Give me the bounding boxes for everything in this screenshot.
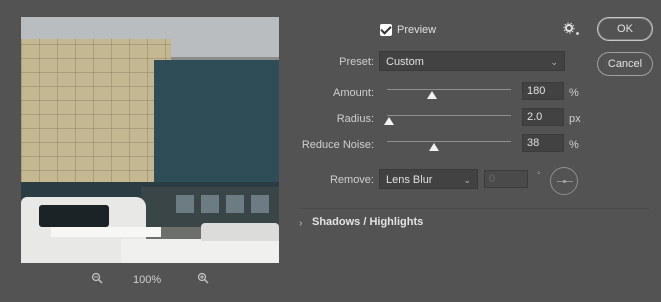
- remove-value: Lens Blur: [386, 174, 433, 186]
- remove-label: Remove:: [329, 174, 374, 186]
- preset-dropdown[interactable]: Custom ⌄: [379, 51, 565, 71]
- radius-slider-thumb[interactable]: [384, 117, 395, 125]
- preset-value: Custom: [386, 56, 424, 68]
- amount-input[interactable]: 180: [522, 82, 564, 100]
- zoom-percent: 100%: [133, 274, 162, 286]
- angle-input[interactable]: 0: [484, 170, 528, 188]
- reduce-noise-slider-thumb[interactable]: [429, 143, 440, 151]
- image-sign-panel: [154, 60, 279, 182]
- gear-menu-indicator: [576, 32, 579, 35]
- image-window: [226, 195, 244, 213]
- gear-icon[interactable]: [563, 22, 575, 37]
- image-truck: [121, 223, 279, 263]
- amount-slider-track[interactable]: [387, 89, 511, 90]
- reduce-noise-unit: %: [569, 139, 579, 151]
- zoom-in-icon[interactable]: [197, 272, 211, 286]
- angle-dial[interactable]: [550, 167, 578, 195]
- image-pipes: [51, 227, 161, 237]
- cancel-button[interactable]: Cancel: [597, 52, 653, 76]
- zoom-out-icon[interactable]: [91, 272, 105, 286]
- remove-dropdown[interactable]: Lens Blur ⌄: [379, 169, 478, 189]
- reduce-noise-input[interactable]: 38: [522, 134, 564, 152]
- shadows-highlights-section[interactable]: Shadows / Highlights: [312, 216, 423, 228]
- radius-slider-track[interactable]: [387, 115, 511, 116]
- image-window: [251, 195, 269, 213]
- chevron-down-icon: ⌄: [463, 175, 471, 185]
- image-building: [21, 39, 171, 199]
- preview-label: Preview: [397, 24, 437, 36]
- zoom-bar: 100%: [21, 270, 279, 290]
- image-window: [176, 195, 194, 213]
- preview-image[interactable]: [21, 17, 279, 263]
- preview-checkbox[interactable]: [380, 24, 392, 36]
- chevron-right-icon[interactable]: ›: [299, 218, 302, 229]
- reduce-noise-label: Reduce Noise:: [301, 139, 374, 151]
- section-divider: [300, 208, 650, 209]
- radius-unit: px: [569, 113, 581, 125]
- preset-label: Preset:: [339, 56, 374, 68]
- amount-unit: %: [569, 87, 579, 99]
- radius-input[interactable]: 2.0: [522, 108, 564, 126]
- radius-label: Radius:: [336, 113, 374, 125]
- degree-symbol: °: [537, 170, 541, 180]
- ok-button[interactable]: OK: [597, 17, 653, 41]
- reduce-noise-slider-track[interactable]: [387, 141, 511, 142]
- image-window: [201, 195, 219, 213]
- amount-label: Amount:: [333, 87, 374, 99]
- chevron-down-icon: ⌄: [550, 57, 558, 67]
- amount-slider-thumb[interactable]: [426, 91, 437, 99]
